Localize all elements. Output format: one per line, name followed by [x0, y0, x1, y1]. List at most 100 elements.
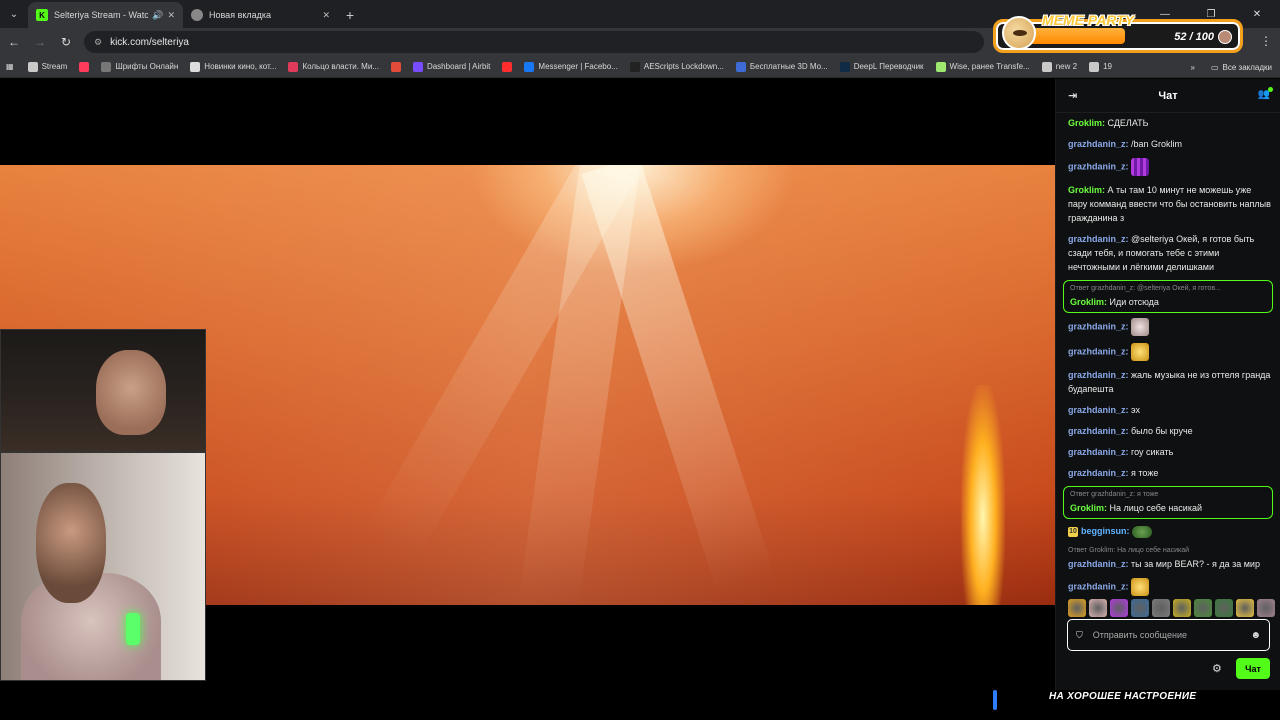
- chat-message: grazhdanin_z: было бы круче: [1056, 421, 1280, 442]
- emote-strip: [1068, 599, 1275, 617]
- chat-message: Ответ grazhdanin_z: я тоже Groklim: На ли…: [1063, 486, 1273, 519]
- quick-emote-icon[interactable]: [1194, 599, 1212, 617]
- chat-input-placeholder: Отправить сообщение: [1092, 630, 1187, 640]
- reload-icon[interactable]: ↻: [54, 30, 78, 54]
- bookmark-item[interactable]: Новинки кино, кот...: [190, 61, 277, 72]
- emote-icon[interactable]: [1132, 525, 1152, 538]
- chat-text: СДЕЛАТЬ: [1107, 118, 1149, 128]
- emote-icon[interactable]: [1131, 158, 1150, 176]
- chat-message: Groklim: А ты там 10 минут не можешь уже…: [1056, 180, 1280, 229]
- chat-username[interactable]: grazhdanin_z: [1068, 581, 1126, 591]
- bookmark-label: Бесплатные 3D Мо...: [749, 62, 828, 71]
- chat-username[interactable]: grazhdanin_z: [1068, 161, 1126, 171]
- bookmark-item[interactable]: [390, 61, 405, 72]
- bookmark-item[interactable]: Бесплатные 3D Мо...: [735, 61, 828, 72]
- bookmark-item[interactable]: [502, 61, 516, 72]
- close-tab-icon[interactable]: ✕: [322, 10, 330, 21]
- quick-emote-icon[interactable]: [1152, 599, 1170, 617]
- tab-selteriya[interactable]: K Selteriya Stream - Watch Li 🔊 ✕: [28, 2, 183, 28]
- chat-username[interactable]: grazhdanin_z: [1068, 468, 1126, 478]
- chat-username[interactable]: grazhdanin_z: [1068, 559, 1126, 569]
- quick-emote-icon[interactable]: [1068, 599, 1086, 617]
- emote-icon[interactable]: [1131, 318, 1150, 336]
- bookmark-item[interactable]: DeepL Переводчик: [839, 61, 924, 72]
- all-bookmarks-button[interactable]: Все закладки: [1223, 63, 1272, 72]
- chat-username[interactable]: grazhdanin_z: [1068, 346, 1126, 356]
- chat-text: Иди отсюда: [1109, 297, 1159, 307]
- browser-menu-icon[interactable]: ⋮: [1260, 34, 1272, 48]
- bookmark-favicon-icon: [502, 61, 513, 72]
- bookmark-favicon-icon: [390, 61, 401, 72]
- video-player[interactable]: [0, 79, 1055, 720]
- bookmark-label: Кольцо власти. Ми...: [302, 62, 379, 71]
- chat-text: я тоже: [1131, 468, 1159, 478]
- bookmark-item[interactable]: Messenger | Facebo...: [524, 61, 618, 72]
- new-tab-button[interactable]: +: [338, 2, 362, 28]
- bookmarks-more-button[interactable]: »: [1191, 63, 1195, 72]
- reply-reference[interactable]: Ответ Groklim: На лицо себе насикай: [1068, 545, 1271, 557]
- apps-grid-icon[interactable]: ▦: [6, 62, 14, 71]
- bookmark-item[interactable]: AEScripts Lockdown...: [629, 61, 724, 72]
- chat-username[interactable]: grazhdanin_z: [1068, 234, 1126, 244]
- quick-emote-icon[interactable]: [1257, 599, 1275, 617]
- emoji-icon[interactable]: ☻: [1250, 630, 1261, 641]
- chat-username[interactable]: grazhdanin_z: [1068, 426, 1126, 436]
- bookmarks-right: » ▭ Все закладки: [1191, 56, 1272, 78]
- bookmark-list: Stream Шрифты Онлайн Новинки кино, кот... К…: [27, 61, 1124, 72]
- bookmark-item[interactable]: [79, 61, 93, 72]
- chat-header: ⇥ Чат 👥: [1056, 79, 1280, 113]
- bookmark-favicon-icon: [629, 61, 640, 72]
- guest-face: [36, 483, 106, 603]
- bookmark-favicon-icon: [412, 61, 423, 72]
- tab-new[interactable]: Новая вкладка ✕: [183, 2, 338, 28]
- emote-icon[interactable]: [1131, 578, 1150, 596]
- bookmark-label: new 2: [1055, 62, 1078, 71]
- tab-search-icon[interactable]: ⌄: [0, 0, 28, 28]
- reply-reference[interactable]: Ответ grazhdanin_z: @selteriya Окей, я г…: [1070, 283, 1266, 295]
- chat-username[interactable]: grazhdanin_z: [1068, 321, 1126, 331]
- chat-input[interactable]: ⛉ Отправить сообщение ☻: [1067, 619, 1270, 651]
- speaker-icon[interactable]: 🔊: [152, 10, 163, 21]
- chat-username[interactable]: begginsun: [1081, 526, 1127, 536]
- reply-reference[interactable]: Ответ grazhdanin_z: я тоже: [1070, 489, 1266, 501]
- address-bar[interactable]: ⚙ kick.com/selteriya: [84, 31, 984, 53]
- chat-text: /ban Groklim: [1131, 139, 1183, 149]
- bookmark-item[interactable]: Кольцо власти. Ми...: [288, 61, 379, 72]
- chat-messages: Groklim: СДЕЛАТЬ grazhdanin_z: /ban Grokl…: [1056, 113, 1280, 608]
- chat-username[interactable]: Groklim: [1070, 297, 1104, 307]
- quick-emote-icon[interactable]: [1236, 599, 1254, 617]
- quick-emote-icon[interactable]: [1215, 599, 1233, 617]
- bookmark-favicon-icon: [1041, 61, 1052, 72]
- bookmark-label: Dashboard | Airbit: [426, 62, 491, 71]
- chat-username[interactable]: Groklim: [1068, 185, 1102, 195]
- chat-username[interactable]: grazhdanin_z: [1068, 139, 1126, 149]
- chat-message: Ответ grazhdanin_z: @selteriya Окей, я г…: [1063, 280, 1273, 313]
- emote-icon[interactable]: [1131, 343, 1150, 361]
- bookmark-item[interactable]: Stream: [27, 61, 67, 72]
- forward-arrow-icon[interactable]: →: [28, 30, 52, 54]
- quick-emote-icon[interactable]: [1089, 599, 1107, 617]
- bookmark-label: Новинки кино, кот...: [204, 62, 277, 71]
- chat-username[interactable]: Groklim: [1070, 503, 1104, 513]
- gear-icon[interactable]: ⚙: [1212, 662, 1222, 675]
- chat-username[interactable]: grazhdanin_z: [1068, 370, 1126, 380]
- bookmark-item[interactable]: Dashboard | Airbit: [412, 61, 491, 72]
- chat-username[interactable]: grazhdanin_z: [1068, 405, 1126, 415]
- collapse-chat-icon[interactable]: ⇥: [1068, 89, 1077, 102]
- bookmark-item[interactable]: new 2: [1041, 61, 1078, 72]
- users-icon[interactable]: 👥: [1258, 87, 1274, 100]
- quick-emote-icon[interactable]: [1173, 599, 1191, 617]
- site-info-icon[interactable]: ⚙: [94, 37, 102, 48]
- bookmark-item[interactable]: Шрифты Онлайн: [101, 61, 178, 72]
- chat-text: эх: [1131, 405, 1141, 415]
- quick-emote-icon[interactable]: [1110, 599, 1128, 617]
- subscriber-badge-icon: 10: [1068, 526, 1078, 537]
- chat-username[interactable]: Groklim: [1068, 118, 1102, 128]
- send-chat-button[interactable]: Чат: [1236, 658, 1270, 679]
- bookmark-item[interactable]: Wise, ранее Transfe...: [935, 61, 1030, 72]
- back-arrow-icon[interactable]: ←: [2, 30, 26, 54]
- quick-emote-icon[interactable]: [1131, 599, 1149, 617]
- close-tab-icon[interactable]: ✕: [167, 10, 175, 21]
- bookmark-item[interactable]: 19: [1089, 61, 1112, 72]
- chat-username[interactable]: grazhdanin_z: [1068, 447, 1126, 457]
